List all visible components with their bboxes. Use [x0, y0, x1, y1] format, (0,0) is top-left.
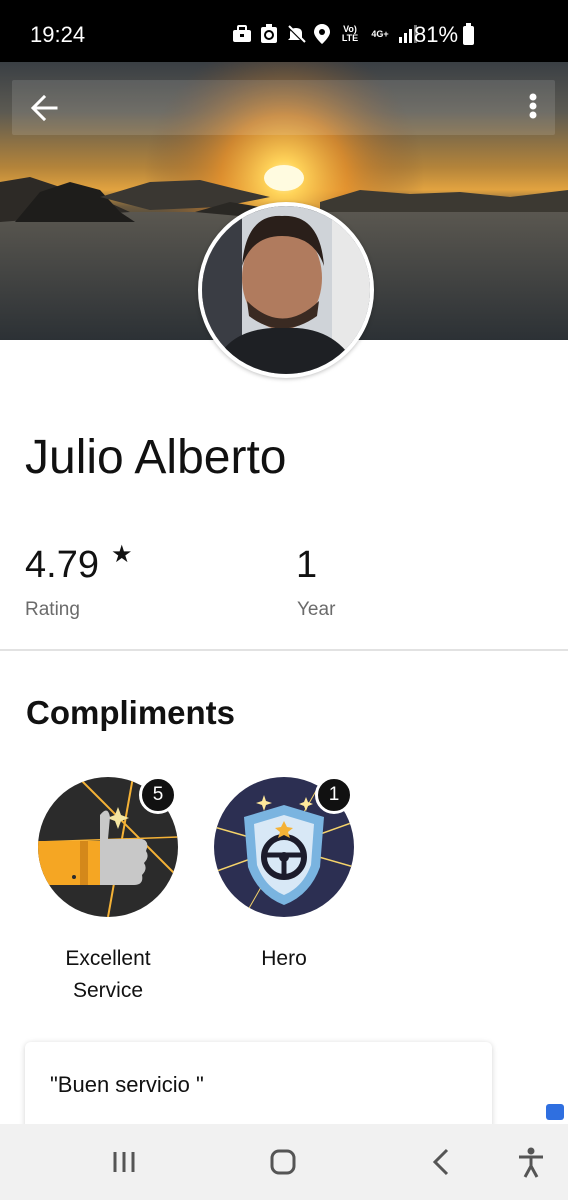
network-4g-icon: 4G+ [371, 28, 389, 39]
more-options-button[interactable] [518, 88, 548, 128]
back-button[interactable] [26, 88, 66, 128]
years-value: 1 [296, 544, 318, 586]
rating-label: Rating [25, 599, 80, 620]
compliment-count-badge: 5 [139, 776, 177, 814]
rating-value: 4.79 [25, 544, 99, 586]
compliment-label-line1: Hero [261, 947, 307, 970]
accessibility-icon [519, 1147, 543, 1178]
work-profile-icon[interactable] [546, 1104, 564, 1120]
battery-icon [463, 23, 474, 45]
status-icons: Vo) LTE 4G+ [232, 24, 418, 44]
system-nav-bar [0, 1124, 568, 1200]
driver-name: Julio Alberto [25, 431, 287, 484]
arrow-left-icon [30, 94, 58, 122]
section-divider [0, 649, 568, 651]
compliments-title: Compliments [26, 694, 236, 731]
home-button[interactable] [263, 1142, 303, 1182]
review-text: "Buen servicio " [50, 1072, 204, 1097]
status-time: 19:24 [30, 22, 86, 47]
accessibility-button[interactable] [511, 1142, 551, 1182]
star-icon: ★ [111, 541, 133, 568]
status-bar: 19:24 Vo) LTE 4G+ 81% [0, 0, 568, 62]
mute-icon [286, 24, 306, 44]
briefcase-icon [233, 25, 251, 42]
years-label: Year [297, 599, 336, 620]
back-nav-button[interactable] [422, 1142, 462, 1182]
compliment-label: Excellent Service [28, 943, 188, 1007]
back-icon [432, 1148, 449, 1176]
compliment-label-line2: Service [72, 979, 144, 1002]
compliment-label: Hero [204, 943, 364, 975]
driver-avatar [198, 202, 374, 378]
more-vertical-icon [529, 93, 537, 119]
compliment-label-line1: Excellent [65, 947, 151, 970]
battery-percentage: 81% [414, 22, 459, 47]
compliment-count-badge: 1 [315, 776, 353, 814]
driver-photo [202, 206, 370, 374]
home-icon [270, 1149, 296, 1175]
location-icon [314, 24, 330, 44]
top-app-bar [12, 80, 555, 135]
recent-apps-button[interactable] [104, 1142, 144, 1182]
recent-apps-icon [113, 1152, 135, 1172]
volte-icon: Vo) LTE [341, 24, 359, 43]
recycle-icon [261, 24, 277, 43]
